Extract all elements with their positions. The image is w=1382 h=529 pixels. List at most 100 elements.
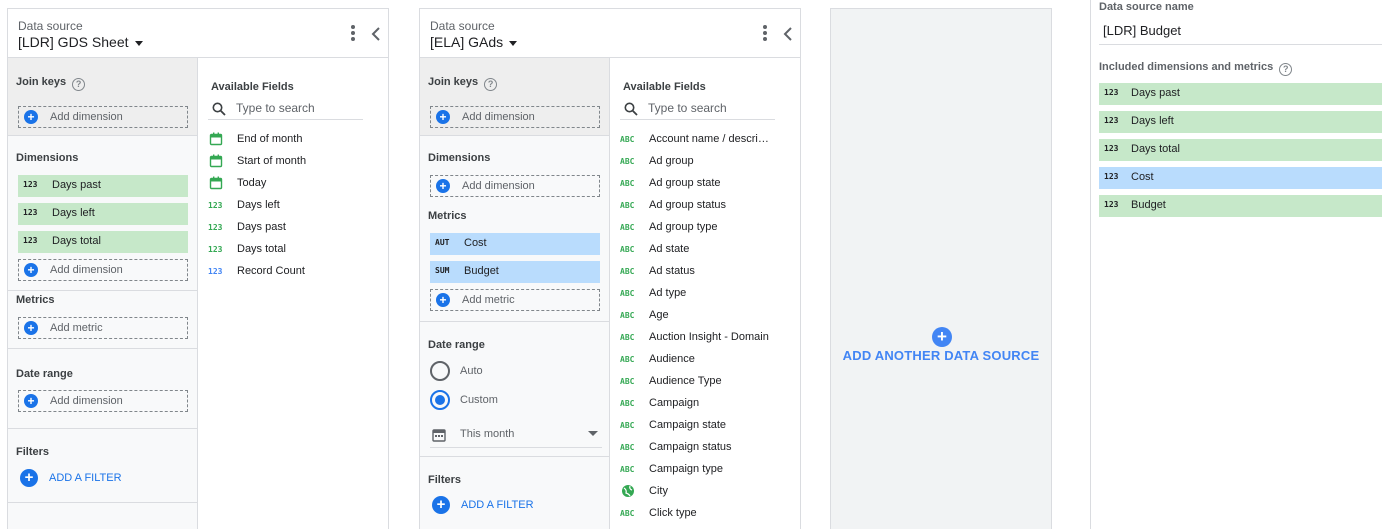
help-icon[interactable]: ? <box>1279 63 1293 76</box>
radio-custom[interactable]: Custom <box>430 389 550 411</box>
date-period-select[interactable]: This month <box>430 420 602 448</box>
number-type-icon: 123 <box>208 265 226 279</box>
text-type-icon: ABC <box>620 133 638 147</box>
date-period-value: This month <box>460 428 515 440</box>
available-field-item[interactable]: ABC Campaign <box>620 393 795 415</box>
available-field-item[interactable]: ABC Ad group <box>620 151 795 173</box>
available-field-item[interactable]: ABC Campaign type <box>620 459 795 481</box>
available-field-item[interactable]: Today <box>208 173 383 195</box>
available-field-item[interactable]: ABC Audience Type <box>620 371 795 393</box>
add-filter-label: ADD A FILTER <box>49 472 122 484</box>
included-metric-chip[interactable]: 123 Cost <box>1099 167 1382 189</box>
available-field-item[interactable]: ABC Auction Insight - Domain <box>620 327 795 349</box>
included-dimension-chip[interactable]: 123 Days total <box>1099 139 1382 161</box>
text-type-icon: ABC <box>620 265 638 279</box>
dimension-label: Days left <box>52 207 95 219</box>
add-join-key-button[interactable]: + Add dimension <box>18 106 188 128</box>
available-field-item[interactable]: 123 Record Count <box>208 261 383 283</box>
radio-auto[interactable]: Auto <box>430 360 550 382</box>
available-field-item[interactable]: 123 Days total <box>208 239 383 261</box>
plus-icon: + <box>436 110 450 124</box>
search-input[interactable] <box>648 99 773 117</box>
field-label: Auction Insight - Domain <box>649 331 769 343</box>
field-label: Ad group <box>649 155 694 167</box>
text-type-icon: ABC <box>620 463 638 477</box>
field-type-label: ABC <box>620 509 635 518</box>
add-date-range-label: Add dimension <box>50 395 123 407</box>
dimension-chip[interactable]: 123 Days left <box>18 203 188 225</box>
field-type-label: 123 <box>208 267 223 276</box>
help-icon[interactable]: ? <box>484 78 498 91</box>
field-type-label: 123 <box>208 201 223 210</box>
add-another-data-source-button[interactable]: + ADD ANOTHER DATA SOURCE <box>830 8 1052 529</box>
field-type-label: ABC <box>620 399 635 408</box>
metric-chip[interactable]: AUT Cost <box>430 233 600 255</box>
field-type-label: ABC <box>620 267 635 276</box>
available-field-item[interactable]: City <box>620 481 795 503</box>
add-join-key-label: Add dimension <box>462 111 535 123</box>
more-vert-icon[interactable] <box>348 25 358 43</box>
field-label: Ad status <box>649 265 695 277</box>
dimension-chip[interactable]: 123 Days total <box>18 231 188 253</box>
available-field-item[interactable]: ABC Account name / descri… <box>620 129 795 151</box>
add-date-range-button[interactable]: + Add dimension <box>18 390 188 412</box>
available-field-item[interactable]: End of month <box>208 129 383 151</box>
plus-icon: + <box>436 179 450 193</box>
add-metric-button[interactable]: + Add metric <box>430 289 600 311</box>
available-field-item[interactable]: ABC Audience <box>620 349 795 371</box>
available-field-item[interactable]: ABC Campaign state <box>620 415 795 437</box>
available-field-item[interactable]: ABC Ad status <box>620 261 795 283</box>
dimension-chip[interactable]: 123 Days past <box>18 175 188 197</box>
available-field-item[interactable]: ABC Campaign status <box>620 437 795 459</box>
data-source-name-input[interactable] <box>1103 23 1373 38</box>
available-field-item[interactable]: ABC Click type <box>620 503 795 525</box>
add-join-key-button[interactable]: + Add dimension <box>430 106 600 128</box>
available-field-item[interactable]: ABC Ad type <box>620 283 795 305</box>
help-icon[interactable]: ? <box>72 78 86 91</box>
field-type-label: ABC <box>620 157 635 166</box>
data-source-selector[interactable]: [ELA] GAds <box>430 34 518 50</box>
text-type-icon: ABC <box>620 177 638 191</box>
available-field-item[interactable]: ABC Ad group status <box>620 195 795 217</box>
chevron-left-icon[interactable] <box>369 25 383 43</box>
available-fields-title: Available Fields <box>623 81 706 93</box>
available-field-item[interactable]: ABC Age <box>620 305 795 327</box>
field-label: Days left <box>237 199 280 211</box>
text-type-icon: ABC <box>620 507 638 521</box>
available-field-item[interactable]: ABC Ad group type <box>620 217 795 239</box>
join-keys-label: Join keys <box>16 76 67 88</box>
field-type-label: ABC <box>620 289 635 298</box>
included-dimension-chip[interactable]: 123 Days left <box>1099 111 1382 133</box>
more-vert-icon[interactable] <box>760 25 770 43</box>
data-source-name-field <box>1099 19 1382 45</box>
available-field-item[interactable]: 123 Days past <box>208 217 383 239</box>
globe-icon <box>620 485 638 499</box>
available-field-item[interactable]: 123 Days left <box>208 195 383 217</box>
add-dimension-button[interactable]: + Add dimension <box>18 259 188 281</box>
included-dimension-chip[interactable]: 123 Days past <box>1099 83 1382 105</box>
metric-chip[interactable]: SUM Budget <box>430 261 600 283</box>
metrics-title: Metrics <box>428 210 467 222</box>
aggregation-tag: AUT <box>435 238 450 247</box>
field-label: Ad group state <box>649 177 721 189</box>
data-source-selector[interactable]: [LDR] GDS Sheet <box>18 34 143 50</box>
available-fields-title: Available Fields <box>211 81 294 93</box>
available-field-item[interactable]: ABC Ad state <box>620 239 795 261</box>
search-input[interactable] <box>236 99 361 117</box>
available-field-item[interactable]: Start of month <box>208 151 383 173</box>
available-field-item[interactable]: ABC Ad group state <box>620 173 795 195</box>
field-type-label: ABC <box>620 443 635 452</box>
number-type-icon: 123 <box>1104 116 1119 125</box>
field-type-label: ABC <box>620 421 635 430</box>
field-type-label: ABC <box>620 333 635 342</box>
data-source-label: Data source <box>18 19 83 33</box>
plus-circle-icon: + <box>932 327 952 347</box>
field-label: Days total <box>237 243 286 255</box>
number-type-icon: 123 <box>23 208 38 217</box>
add-metric-button[interactable]: + Add metric <box>18 317 188 339</box>
filters-title: Filters <box>428 474 462 486</box>
included-dimension-chip[interactable]: 123 Budget <box>1099 195 1382 217</box>
chevron-left-icon[interactable] <box>781 25 795 43</box>
field-label: Account name / descri… <box>649 133 769 145</box>
text-type-icon: ABC <box>620 375 638 389</box>
